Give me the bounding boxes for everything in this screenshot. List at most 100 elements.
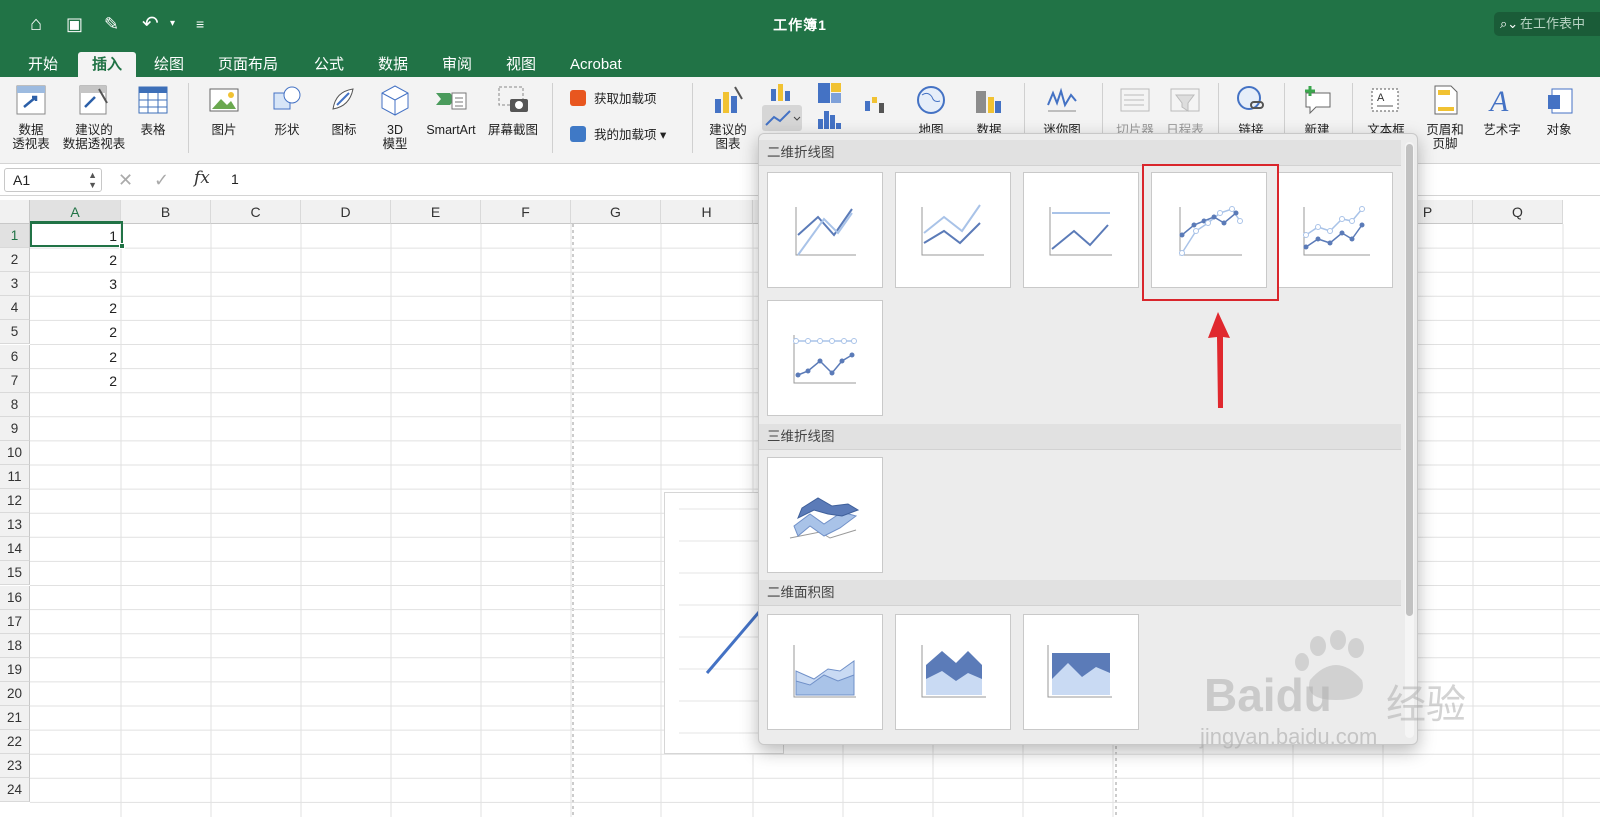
- cell-a5[interactable]: 2: [30, 320, 121, 344]
- row-header-1[interactable]: 1: [0, 224, 30, 248]
- row-header-18[interactable]: 18: [0, 633, 30, 658]
- icons-button[interactable]: 图标: [322, 83, 366, 137]
- maps-button[interactable]: 地图: [908, 83, 954, 137]
- row-header-13[interactable]: 13: [0, 513, 30, 538]
- chart-type-100-stacked-line-with-markers[interactable]: [767, 300, 883, 416]
- sparklines-button[interactable]: 迷你图: [1034, 83, 1090, 137]
- row-header-4[interactable]: 4: [0, 296, 30, 321]
- search-sheet-input[interactable]: ⌕⌄ 在工作表中: [1494, 12, 1600, 36]
- row-header-10[interactable]: 10: [0, 440, 30, 465]
- row-header-2[interactable]: 2: [0, 248, 30, 273]
- chart-type-stacked-line-with-markers[interactable]: [1277, 172, 1393, 288]
- tab-data[interactable]: 数据: [364, 52, 422, 77]
- row-header-20[interactable]: 20: [0, 681, 30, 706]
- row-header-17[interactable]: 17: [0, 609, 30, 634]
- recommended-charts-button[interactable]: 建议的 图表: [702, 83, 754, 151]
- row-header-9[interactable]: 9: [0, 416, 30, 441]
- pivot-chart-button[interactable]: 数据: [966, 83, 1012, 137]
- chart-type-100-stacked-line[interactable]: [1023, 172, 1139, 288]
- row-header-16[interactable]: 16: [0, 585, 30, 610]
- active-cell-a1[interactable]: [30, 221, 125, 249]
- rec-pivot-label-2: 数据透视表: [62, 137, 126, 151]
- row-header-22[interactable]: 22: [0, 730, 30, 755]
- hierarchy-chart-button[interactable]: [816, 81, 846, 105]
- column-header-f[interactable]: F: [481, 200, 571, 224]
- row-header-8[interactable]: 8: [0, 392, 30, 417]
- pictures-button[interactable]: 图片: [198, 83, 250, 137]
- name-box[interactable]: A1 ▲ ▼: [4, 168, 102, 192]
- header-footer-button[interactable]: 页眉和 页脚: [1420, 83, 1470, 151]
- column-header-h[interactable]: H: [661, 200, 753, 224]
- cell-a3[interactable]: 3: [30, 272, 121, 296]
- insert-function-icon[interactable]: fx: [194, 168, 210, 188]
- pivot-chart-icon: [976, 91, 1001, 113]
- row-header-3[interactable]: 3: [0, 272, 30, 297]
- 3d-models-button[interactable]: 3D 模型: [374, 83, 416, 151]
- tab-formulas[interactable]: 公式: [300, 52, 358, 77]
- row-header-21[interactable]: 21: [0, 706, 30, 730]
- column-header-q[interactable]: Q: [1473, 200, 1563, 224]
- recommended-pivot-button[interactable]: 建议的 数据透视表: [60, 83, 128, 151]
- tab-review[interactable]: 审阅: [428, 52, 486, 77]
- row-header-15[interactable]: 15: [0, 561, 30, 586]
- new-comment-button[interactable]: 新建: [1292, 83, 1342, 137]
- object-button[interactable]: 对象: [1536, 83, 1582, 137]
- slicer-button: 切片器: [1112, 83, 1158, 137]
- row-header-7[interactable]: 7: [0, 368, 30, 393]
- tab-view[interactable]: 视图: [492, 52, 550, 77]
- waterfall-chart-button[interactable]: [862, 91, 892, 121]
- treemap-icon: [818, 83, 841, 103]
- wordart-button[interactable]: A 艺术字: [1476, 83, 1528, 137]
- table-label: 表格: [140, 123, 166, 137]
- tab-insert[interactable]: 插入: [78, 52, 137, 77]
- link-button[interactable]: 链接: [1228, 83, 1274, 137]
- 3d-label-1: 3D: [387, 123, 403, 137]
- row-header-23[interactable]: 23: [0, 754, 30, 779]
- get-addins-button[interactable]: 获取加载项: [570, 89, 657, 109]
- row-header-19[interactable]: 19: [0, 657, 30, 682]
- formula-input[interactable]: 1: [231, 171, 239, 187]
- statistic-chart-button[interactable]: [816, 107, 846, 131]
- pivot-table-button[interactable]: 数据 透视表: [8, 83, 54, 151]
- row-header-24[interactable]: 24: [0, 778, 30, 803]
- chart-type-stacked-line[interactable]: [895, 172, 1011, 288]
- my-addins-button[interactable]: 我的加载项 ▾: [570, 125, 666, 145]
- shapes-button[interactable]: 形状: [262, 83, 312, 137]
- screenshot-button[interactable]: 屏幕截图: [484, 83, 542, 137]
- select-all-corner[interactable]: [0, 200, 30, 224]
- cell-a4[interactable]: 2: [30, 296, 121, 320]
- row-header-11[interactable]: 11: [0, 465, 30, 489]
- smartart-button[interactable]: SmartArt: [422, 83, 480, 137]
- column-chart-button[interactable]: [768, 81, 796, 103]
- tab-draw[interactable]: 绘图: [140, 52, 198, 77]
- chart-type-line[interactable]: [767, 172, 883, 288]
- column-header-b[interactable]: B: [121, 200, 211, 224]
- column-header-d[interactable]: D: [301, 200, 391, 224]
- row-header-6[interactable]: 6: [0, 344, 30, 369]
- chart-type-3d-line[interactable]: [767, 457, 883, 573]
- fill-handle[interactable]: [119, 243, 125, 249]
- text-box-button[interactable]: A 文本框: [1360, 83, 1412, 137]
- chart-type-stacked-area[interactable]: [895, 614, 1011, 730]
- cancel-icon[interactable]: ✕: [118, 169, 133, 191]
- column-header-c[interactable]: C: [211, 200, 301, 224]
- column-header-e[interactable]: E: [391, 200, 481, 224]
- row-header-14[interactable]: 14: [0, 537, 30, 562]
- line-chart-button[interactable]: [762, 105, 802, 131]
- tab-page-layout[interactable]: 页面布局: [204, 52, 292, 77]
- histogram-icon: [818, 111, 841, 129]
- chart-type-area[interactable]: [767, 614, 883, 730]
- tab-acrobat[interactable]: Acrobat: [556, 52, 636, 77]
- row-header-5[interactable]: 5: [0, 320, 30, 345]
- row-header-12[interactable]: 12: [0, 489, 30, 514]
- table-button[interactable]: 表格: [134, 83, 172, 137]
- cell-a2[interactable]: 2: [30, 248, 121, 272]
- tab-home[interactable]: 开始: [14, 52, 72, 77]
- column-header-g[interactable]: G: [571, 200, 661, 224]
- cell-a6[interactable]: 2: [30, 345, 121, 369]
- chart-type-100-stacked-area[interactable]: [1023, 614, 1139, 730]
- gallery-scrollbar-thumb[interactable]: [1406, 144, 1413, 616]
- cell-a7[interactable]: 2: [30, 369, 121, 393]
- name-box-stepper-icon[interactable]: ▲ ▼: [88, 170, 97, 190]
- confirm-icon[interactable]: ✓: [154, 169, 169, 191]
